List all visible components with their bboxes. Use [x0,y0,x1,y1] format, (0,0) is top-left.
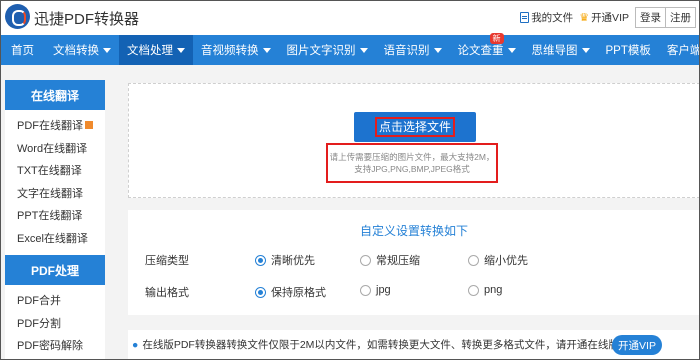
option-label: jpg [376,284,391,296]
upload-dropzone[interactable]: 点击选择文件 请上传需要压缩的图片文件，最大支持2M， 支持JPG,PNG,BM… [128,83,700,198]
option-label: 保持原格式 [271,287,326,299]
settings-title: 自定义设置转换如下 [359,224,468,238]
nav-label: 文档处理 [127,45,173,57]
radio-selected[interactable] [255,254,266,266]
compress-type-label: 压缩类型 [145,255,189,267]
sidebar-item-text-translate[interactable]: 文字在线翻译 [17,182,105,205]
nav-item-plagiarism[interactable]: 论文查重新 [450,33,524,65]
nav-item-ocr[interactable]: 图片文字识别 [279,35,376,65]
nav-item-doc-convert[interactable]: 文档转换 [45,35,119,65]
open-vip-button[interactable]: 开通VIP [612,335,662,355]
sidebar-list: PDF在线翻译 Word在线翻译 TXT在线翻译 文字在线翻译 PPT在线翻译 … [5,110,105,253]
open-vip-label: 开通VIP [591,12,629,24]
nav-item-mindmap[interactable]: 思维导图 [524,35,598,65]
chevron-down-icon [433,47,442,53]
settings-panel: 自定义设置转换如下 压缩类型 清晰优先 常规压缩 缩小优先 输出格式 保持原格式… [128,210,700,315]
output-option-original[interactable]: 保持原格式 [255,284,326,300]
nav-label: 图片文字识别 [286,45,356,57]
option-label: 常规压缩 [376,255,420,267]
upload-hint-line: 支持JPG,PNG,BMP,JPEG格式 [354,164,470,174]
upload-hint-line: 请上传需要压缩的图片文件，最大支持2M， [329,152,495,162]
sidebar-section-title: 在线翻译 [5,80,105,110]
compress-option-normal[interactable]: 常规压缩 [360,252,420,268]
nav-item-home[interactable]: 首页 [0,35,45,65]
main-nav: 首页 文档转换 文档处理 音视频转换 图片文字识别 语音识别 论文查重新 思维导… [0,33,700,65]
nav-label: 思维导图 [531,45,578,57]
my-files-link[interactable]: 我的文件 [520,10,573,25]
nav-item-speech[interactable]: 语音识别 [376,35,450,65]
hot-icon [85,121,93,130]
nav-label: 客户端 [666,45,700,57]
crown-icon: ♛ [579,12,590,24]
sidebar-item-excel-translate[interactable]: Excel在线翻译 [17,227,105,250]
nav-label: 文档转换 [53,45,99,57]
notice-text: 在线版PDF转换器转换文件仅限于2M以内文件，如需转换更大文件、转换更多格式文件… [142,339,651,351]
nav-item-client[interactable]: 客户端 [659,35,700,65]
compress-type-row: 压缩类型 清晰优先 常规压缩 缩小优先 [128,251,700,269]
notice: ● 在线版PDF转换器转换文件仅限于2M以内文件，如需转换更大文件、转换更多格式文… [132,337,650,352]
output-option-jpg[interactable]: jpg [360,284,391,296]
nav-label: 语音识别 [383,45,430,57]
my-files-label: 我的文件 [531,12,574,24]
nav-item-ppt[interactable]: PPT模板 [598,35,659,65]
sidebar-item-ppt-translate[interactable]: PPT在线翻译 [17,204,105,227]
new-badge: 新 [489,33,504,44]
radio[interactable] [360,254,371,266]
brand-name[interactable]: 迅捷PDF转换器 [34,8,139,29]
select-file-label: 点击选择文件 [374,117,455,137]
chevron-down-icon [262,47,271,53]
option-label: 清晰优先 [271,255,315,267]
chevron-down-icon [103,47,111,53]
nav-label: 首页 [11,45,34,57]
upload-hint: 请上传需要压缩的图片文件，最大支持2M， 支持JPG,PNG,BMP,JPEG格… [326,143,498,183]
sidebar-item-word-translate[interactable]: Word在线翻译 [17,137,105,160]
option-label: png [484,284,503,296]
login-button[interactable]: 登录 [635,7,666,28]
nav-label: 音视频转换 [201,45,259,57]
nav-label: 论文查重 [457,45,504,57]
sidebar-item-pdf-split[interactable]: PDF分割 [17,312,105,335]
radio-selected[interactable] [255,286,266,298]
sidebar-item-label: PDF在线翻译 [17,120,83,133]
select-file-button[interactable]: 点击选择文件 [354,112,476,142]
chevron-down-icon [359,47,368,53]
sidebar-list: PDF合并 PDF分割 PDF密码解除 [5,285,105,360]
chevron-down-icon [581,47,590,53]
register-button[interactable]: 注册 [665,7,696,28]
top-bar: 迅捷PDF转换器 我的文件 ♛ 开通VIP 登录 注册 [0,0,700,35]
nav-item-av-convert[interactable]: 音视频转换 [193,35,279,65]
nav-label: PPT模板 [605,45,651,57]
app-logo-icon[interactable] [5,4,30,29]
chevron-down-icon [177,47,185,53]
top-right-actions: 我的文件 ♛ 开通VIP 登录 注册 [520,7,696,28]
open-vip-link[interactable]: ♛ 开通VIP [579,10,629,25]
bullet-icon: ● [132,339,139,351]
compress-option-clear[interactable]: 清晰优先 [255,252,315,268]
radio[interactable] [360,284,371,296]
option-label: 缩小优先 [484,255,528,267]
compress-option-small[interactable]: 缩小优先 [468,252,528,268]
nav-item-doc-process[interactable]: 文档处理 [119,35,193,65]
radio[interactable] [468,284,479,296]
sidebar-item-txt-translate[interactable]: TXT在线翻译 [17,159,105,182]
sidebar: 在线翻译 PDF在线翻译 Word在线翻译 TXT在线翻译 文字在线翻译 PPT… [5,80,105,360]
output-format-label: 输出格式 [145,287,189,299]
radio[interactable] [468,254,479,266]
sidebar-item-pdf-translate[interactable]: PDF在线翻译 [17,114,105,137]
sidebar-item-pdf-merge[interactable]: PDF合并 [17,289,105,312]
sidebar-item-pdf-unlock[interactable]: PDF密码解除 [17,334,105,357]
sidebar-section-title: PDF处理 [5,255,105,285]
output-option-png[interactable]: png [468,284,502,296]
chevron-down-icon [507,47,516,53]
output-format-row: 输出格式 保持原格式 jpg png [128,283,700,301]
document-icon [520,12,530,23]
notice-bar: ● 在线版PDF转换器转换文件仅限于2M以内文件，如需转换更大文件、转换更多格式文… [128,330,700,360]
